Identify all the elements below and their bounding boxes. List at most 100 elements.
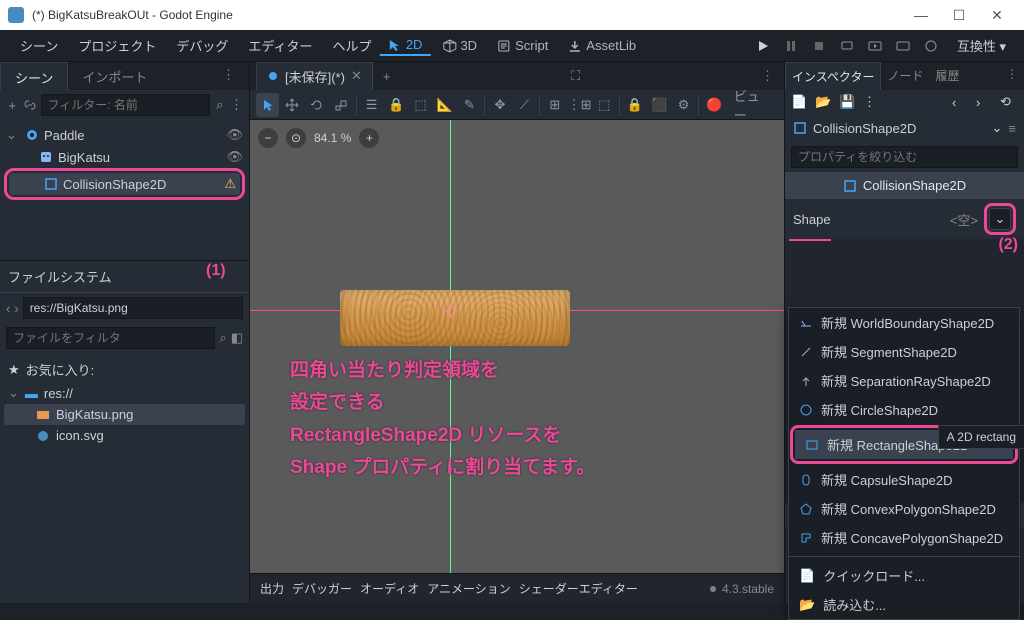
load-resource-icon[interactable]: 📂 (815, 94, 833, 110)
scene-tab-unsaved[interactable]: [未保存](*) ✕ (256, 62, 373, 91)
new-scene-button[interactable]: + (373, 69, 401, 84)
search-icon[interactable]: ⌕ (214, 95, 227, 115)
property-shape-dropdown[interactable]: ⌄ (989, 208, 1011, 230)
dd-circle[interactable]: 新規 CircleShape2D (789, 395, 1019, 424)
play-scene-button[interactable] (865, 36, 885, 56)
tree-root-paddle[interactable]: ⌄ Paddle 👁 (2, 124, 247, 146)
scale-tool[interactable] (329, 93, 352, 117)
lock-sel[interactable]: 🔒 (623, 93, 646, 117)
window-maximize[interactable]: ☐ (940, 7, 978, 24)
pen-tool[interactable]: ✎ (458, 93, 481, 117)
ruler-tool[interactable]: 📐 (433, 93, 456, 117)
stop-button[interactable] (809, 36, 829, 56)
dock-menu-icon[interactable]: ⋮ (1000, 62, 1024, 90)
scene-menu-icon[interactable]: ⋮ (751, 68, 784, 84)
group-tool[interactable]: ⬚ (409, 93, 432, 117)
remote-run-icon[interactable] (837, 36, 857, 56)
tree-item-bigkatsu[interactable]: BigKatsu 👁 (2, 146, 247, 168)
mode-3d[interactable]: 3D (434, 35, 485, 56)
select-tool[interactable] (256, 93, 279, 117)
bottom-tab-shader[interactable]: シェーダーエディター (519, 580, 638, 597)
history-fwd-icon[interactable]: › (976, 95, 994, 110)
search-icon[interactable]: ⌕ (219, 330, 226, 346)
dropdown-caret-icon[interactable]: ⌄ (992, 120, 1003, 136)
lock-tool[interactable]: 🔒 (384, 93, 407, 117)
resource-menu-icon[interactable]: ⋮ (863, 94, 881, 110)
mode-2d[interactable]: 2D (380, 35, 431, 56)
menu-project[interactable]: プロジェクト (68, 36, 166, 55)
menu-debug[interactable]: デバッグ (166, 36, 238, 55)
tab-scene[interactable]: シーン (0, 62, 68, 90)
inspector-object-row[interactable]: CollisionShape2D ⌄ ≡ (785, 114, 1024, 142)
play-custom-button[interactable] (893, 36, 913, 56)
fs-fwd-button[interactable]: › (14, 301, 18, 316)
snap-toggle[interactable]: ⊞ (543, 93, 566, 117)
dd-convex[interactable]: 新規 ConvexPolygonShape2D (789, 494, 1019, 523)
window-close[interactable]: ✕ (978, 7, 1016, 24)
menu-editor[interactable]: エディター (238, 36, 322, 55)
fs-filter-input[interactable] (6, 327, 215, 349)
doc-icon[interactable]: ≡ (1008, 121, 1016, 136)
zoom-reset-button[interactable]: ⊙ (286, 128, 306, 148)
pause-button[interactable] (781, 36, 801, 56)
tab-import[interactable]: インポート (68, 62, 161, 90)
history-menu-icon[interactable]: ⟲ (1000, 94, 1018, 110)
dd-concave[interactable]: 新規 ConcavePolygonShape2D (789, 523, 1019, 552)
link-node-button[interactable] (23, 95, 37, 115)
inspector-filter-input[interactable] (791, 146, 1018, 168)
add-node-button[interactable]: + (6, 95, 19, 115)
view-dropdown[interactable]: ビュー (728, 93, 778, 117)
tree-item-collisionshape2d[interactable]: CollisionShape2D ⚠ (9, 173, 240, 195)
movie-button[interactable] (921, 36, 941, 56)
dd-quickload[interactable]: 📄クイックロード... (789, 561, 1019, 590)
dd-load[interactable]: 📂読み込む... (789, 590, 1019, 619)
menu-help[interactable]: ヘルプ (322, 36, 381, 55)
mode-assetlib[interactable]: AssetLib (560, 35, 644, 56)
move-tool[interactable] (280, 93, 303, 117)
save-resource-icon[interactable]: 💾 (839, 94, 857, 110)
bottom-tab-output[interactable]: 出力 (260, 580, 284, 597)
play-button[interactable] (753, 36, 773, 56)
bottom-tab-animation[interactable]: アニメーション (427, 580, 511, 597)
fs-path-input[interactable] (23, 297, 243, 319)
dd-capsule[interactable]: 新規 CapsuleShape2D (789, 465, 1019, 494)
ruler2-tool[interactable]: ⟋ (513, 93, 536, 117)
visibility-toggle-icon[interactable]: 👁 (226, 149, 243, 165)
sprite-bigkatsu[interactable] (340, 290, 570, 346)
dock-menu-icon[interactable]: ⋮ (208, 62, 249, 90)
fs-back-button[interactable]: ‹ (6, 301, 10, 316)
anim-tool[interactable]: 🔴 (702, 93, 725, 117)
tab-node[interactable]: ノード (881, 62, 929, 90)
zoom-in-button[interactable]: + (359, 128, 379, 148)
fs-favorites[interactable]: ★ お気に入り: (4, 357, 245, 382)
fs-item-bigkatsu[interactable]: BigKatsu.png (4, 404, 245, 425)
dd-segment[interactable]: 新規 SegmentShape2D (789, 337, 1019, 366)
pan-tool[interactable]: ✥ (488, 93, 511, 117)
new-resource-icon[interactable]: 📄 (791, 94, 809, 110)
visibility-toggle-icon[interactable]: 👁 (226, 127, 243, 143)
rotate-tool[interactable] (305, 93, 328, 117)
snap-options[interactable]: ⋮⊞ (568, 93, 592, 117)
tab-inspector[interactable]: インスペクター (785, 62, 881, 90)
fs-item-iconsvg[interactable]: icon.svg (4, 425, 245, 446)
mode-script[interactable]: Script (489, 35, 556, 56)
section-header-collisionshape2d[interactable]: CollisionShape2D (785, 172, 1024, 199)
window-minimize[interactable]: — (902, 7, 940, 23)
2d-viewport[interactable]: − ⊙ 84.1 % + (250, 120, 784, 573)
dd-worldboundary[interactable]: 新規 WorldBoundaryShape2D (789, 308, 1019, 337)
render-mode[interactable]: 互換性 ▾ (949, 34, 1014, 57)
fs-split-icon[interactable]: ◧ (231, 330, 243, 346)
history-back-icon[interactable]: ‹ (952, 95, 970, 110)
snap-smart[interactable]: ⬚ (592, 93, 615, 117)
zoom-out-button[interactable]: − (258, 128, 278, 148)
scene-filter-input[interactable] (41, 94, 210, 116)
menu-scene[interactable]: シーン (10, 36, 68, 55)
bottom-tab-audio[interactable]: オーディオ (360, 580, 419, 597)
dd-separationray[interactable]: 新規 SeparationRayShape2D (789, 366, 1019, 395)
close-tab-icon[interactable]: ✕ (351, 68, 362, 84)
scene-menu-icon[interactable]: ⋮ (230, 95, 243, 115)
tab-history[interactable]: 履歴 (929, 62, 965, 90)
group-sel[interactable]: ⬛ (647, 93, 670, 117)
distraction-free-icon[interactable]: ⛶ (561, 68, 590, 84)
bottom-tab-debugger[interactable]: デバッガー (292, 580, 352, 597)
